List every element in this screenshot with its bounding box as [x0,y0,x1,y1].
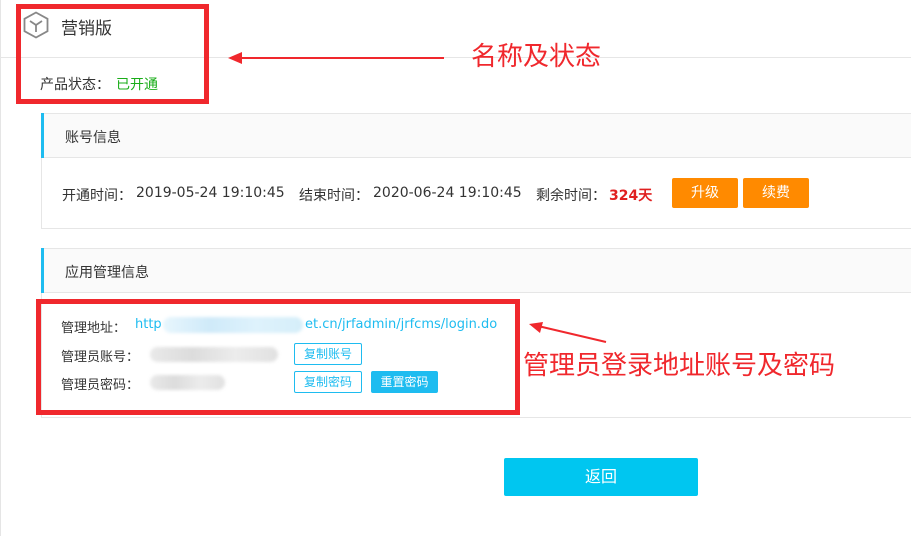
page: 营销版 产品状态： 已开通 账号信息 开通时间： 2019-05-24 19:10… [0,0,911,536]
back-button[interactable]: 返回 [504,458,698,496]
end-time-label: 结束时间： [299,188,369,204]
admin-info-highlight-box [36,299,520,415]
start-time-value: 2019-05-24 19:10:45 [136,185,285,201]
upgrade-button[interactable]: 升级 [672,178,738,208]
annotation-admin-login: 管理员登录地址账号及密码 [523,351,836,381]
left-divider [0,0,1,536]
arrow-left-icon [228,52,444,64]
admin-panel-header: 应用管理信息 [41,248,911,293]
name-status-highlight-box [16,4,209,104]
renew-button[interactable]: 续费 [743,178,809,208]
remaining-time-label: 剩余时间： [536,188,606,204]
annotation-name-status: 名称及状态 [471,42,602,72]
admin-panel-title: 应用管理信息 [65,265,149,281]
account-info-panel: 账号信息 开通时间： 2019-05-24 19:10:45 结束时间： 202… [41,113,911,229]
account-panel-title: 账号信息 [65,130,121,146]
account-panel-header: 账号信息 [41,113,911,158]
remaining-time-value: 324天 [609,188,653,204]
account-panel-body: 开通时间： 2019-05-24 19:10:45 结束时间： 2020-06-… [42,158,911,228]
end-time-value: 2020-06-24 19:10:45 [373,185,522,201]
start-time-label: 开通时间： [62,188,132,204]
arrow-left-icon [529,322,607,343]
